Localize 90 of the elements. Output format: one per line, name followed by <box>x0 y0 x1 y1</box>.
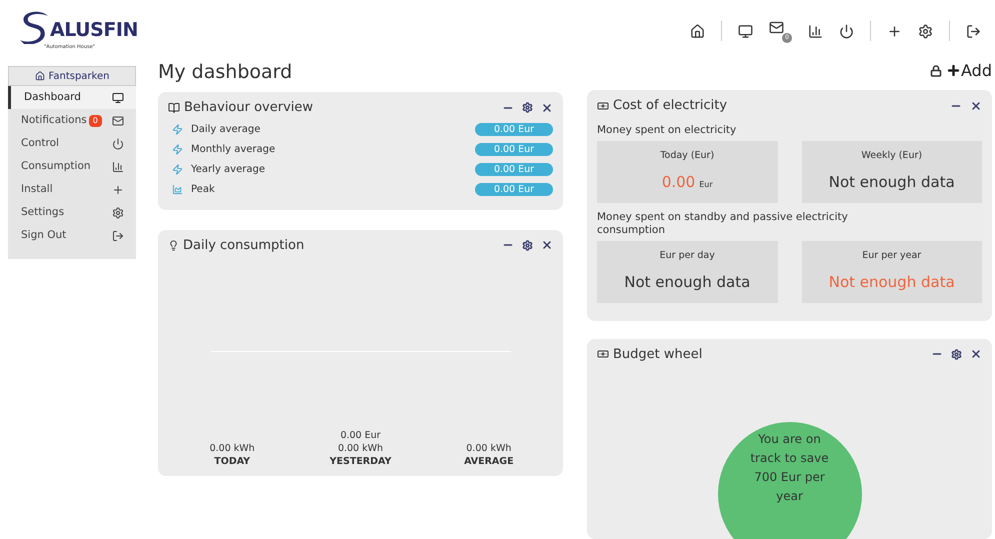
tile-label: Eur per day <box>660 248 715 262</box>
value-pill: 0.00 Eur <box>475 123 553 136</box>
nav-button[interactable] <box>839 24 854 38</box>
monitor-icon <box>112 92 124 104</box>
metric-label: Peak <box>191 183 215 197</box>
page-title: My dashboard <box>158 63 294 82</box>
nav-button[interactable] <box>808 24 823 38</box>
sidebar-item[interactable]: Notifications 0 <box>8 109 136 132</box>
widget-title: Behaviour overview <box>184 99 314 117</box>
lightning-icon <box>172 164 183 175</box>
stat-label: TODAY <box>214 454 250 468</box>
banknote-icon <box>597 348 609 360</box>
sidebar-item[interactable]: Install <box>8 178 136 201</box>
monitor-icon <box>738 24 753 38</box>
book-icon <box>168 102 180 114</box>
close-icon <box>541 239 553 252</box>
nav-button[interactable] <box>690 24 705 38</box>
metric-label: Daily average <box>191 123 260 137</box>
area-chart-icon <box>172 184 183 195</box>
plus-icon <box>946 63 962 78</box>
lightning-icon <box>172 124 183 135</box>
sign-out-icon <box>966 24 981 38</box>
bar-chart-icon <box>808 24 823 38</box>
sign-out-icon <box>112 230 124 242</box>
swoosh-s-logo-icon <box>18 10 50 44</box>
widget-title: Cost of electricity <box>613 97 728 115</box>
plus-icon <box>887 24 902 38</box>
section-heading: Money spent on electricity <box>597 124 738 136</box>
section-heading: Money spent on standby and passive electricity consumption <box>597 210 849 236</box>
banknote-icon <box>597 100 609 112</box>
nav-button[interactable] <box>738 24 753 38</box>
power-icon <box>839 24 854 38</box>
budget-message: You are on track to save 700 Eur per year <box>749 431 830 505</box>
settings-icon <box>918 24 933 38</box>
nav-button[interactable] <box>966 24 981 38</box>
value-pill: 0.00 Eur <box>475 183 553 196</box>
settings-icon <box>112 206 124 218</box>
metric-label: Monthly average <box>191 143 276 157</box>
stat-cost: 0.00 Eur <box>340 428 381 442</box>
value-pill: 0.00 Eur <box>475 163 553 176</box>
count-badge: 0 <box>88 114 102 126</box>
logo-text: ALUSFIN <box>50 21 138 40</box>
sidebar-item[interactable]: Control <box>8 132 136 155</box>
sidebar-item[interactable]: Dashboard <box>8 86 136 109</box>
close-button[interactable] <box>541 239 553 252</box>
sidebar-item[interactable]: Settings <box>8 201 136 224</box>
tile-value: 0.00 Eur <box>662 172 713 193</box>
tile-value: Not enough data <box>828 172 955 193</box>
stat-label: AVERAGE <box>464 454 514 468</box>
close-button[interactable] <box>541 102 553 114</box>
metric-label: Yearly average <box>191 163 265 177</box>
value-pill: 0.00 Eur <box>475 143 553 156</box>
stat-value: 0.00 kWh <box>338 442 384 454</box>
stat-value: 0.00 kWh <box>210 442 255 454</box>
plus-icon <box>112 184 124 196</box>
close-icon <box>970 100 982 112</box>
stat-value: 0.00 kWh <box>466 442 512 454</box>
nav-button[interactable] <box>887 24 902 38</box>
add-button[interactable]: Add <box>946 58 992 82</box>
lightning-icon <box>172 144 183 155</box>
stat-label: YESTERDAY <box>330 454 392 468</box>
tile-value: Not enough data <box>828 272 955 293</box>
settings-icon <box>951 348 962 360</box>
widget-title: Budget wheel <box>613 346 702 364</box>
home-icon <box>690 24 705 38</box>
power-icon <box>112 138 124 150</box>
mail-icon <box>112 114 124 126</box>
tile-label: Eur per year <box>862 248 922 262</box>
settings-button[interactable] <box>522 102 533 114</box>
widget-title: Daily consumption <box>183 236 304 254</box>
lock-icon <box>930 64 942 76</box>
settings-button[interactable] <box>951 348 962 360</box>
settings-button[interactable] <box>522 240 533 251</box>
home-icon <box>34 71 45 81</box>
location-name: Fantsparken <box>48 70 110 84</box>
close-icon <box>970 348 982 360</box>
close-button[interactable] <box>970 348 982 360</box>
bar-chart-icon <box>112 160 124 172</box>
mail-icon <box>769 20 784 34</box>
tile-label: Weekly (Eur) <box>861 148 922 162</box>
nav-button[interactable] <box>918 24 933 38</box>
tile-value: Not enough data <box>624 272 750 293</box>
sidebar-item[interactable]: Sign Out <box>8 224 136 247</box>
lightbulb-icon <box>168 240 179 251</box>
sidebar-item[interactable]: Consumption <box>8 155 136 178</box>
settings-icon <box>522 102 533 114</box>
tile-label: Today (Eur) <box>660 148 714 162</box>
settings-icon <box>522 240 533 251</box>
close-icon <box>541 102 553 114</box>
close-button[interactable] <box>970 100 982 112</box>
